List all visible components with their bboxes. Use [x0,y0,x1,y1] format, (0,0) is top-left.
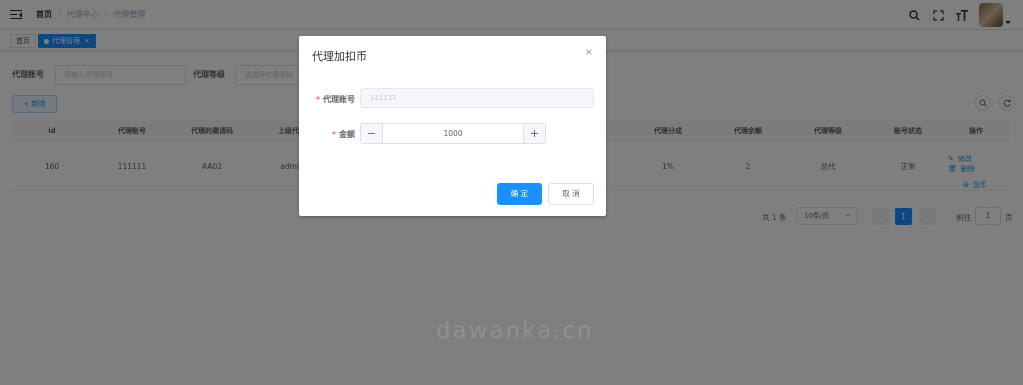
add-deduct-coins-dialog: 代理加扣币 × * 代理账号 111111 * 金额 − 1000 + 确 定 取 … [299,36,606,216]
required-mark: * [315,95,320,104]
increase-button[interactable]: + [523,124,545,143]
decrease-button[interactable]: − [361,124,383,143]
dialog-account-input[interactable]: 111111 [360,88,594,108]
confirm-button[interactable]: 确 定 [497,183,542,205]
dialog-account-label: * 代理账号 [311,94,355,105]
required-mark: * [331,130,336,139]
dialog-account-label-text: 代理账号 [323,95,355,104]
watermark: dawanka.cn [436,318,594,344]
amount-stepper: − 1000 + [360,123,546,144]
cancel-button[interactable]: 取 消 [548,183,594,205]
dialog-title: 代理加扣币 [312,50,367,63]
amount-input[interactable]: 1000 [383,124,523,143]
close-icon[interactable]: × [585,47,593,58]
dialog-amount-label-text: 金额 [339,130,355,139]
dialog-amount-label: * 金额 [311,129,355,140]
